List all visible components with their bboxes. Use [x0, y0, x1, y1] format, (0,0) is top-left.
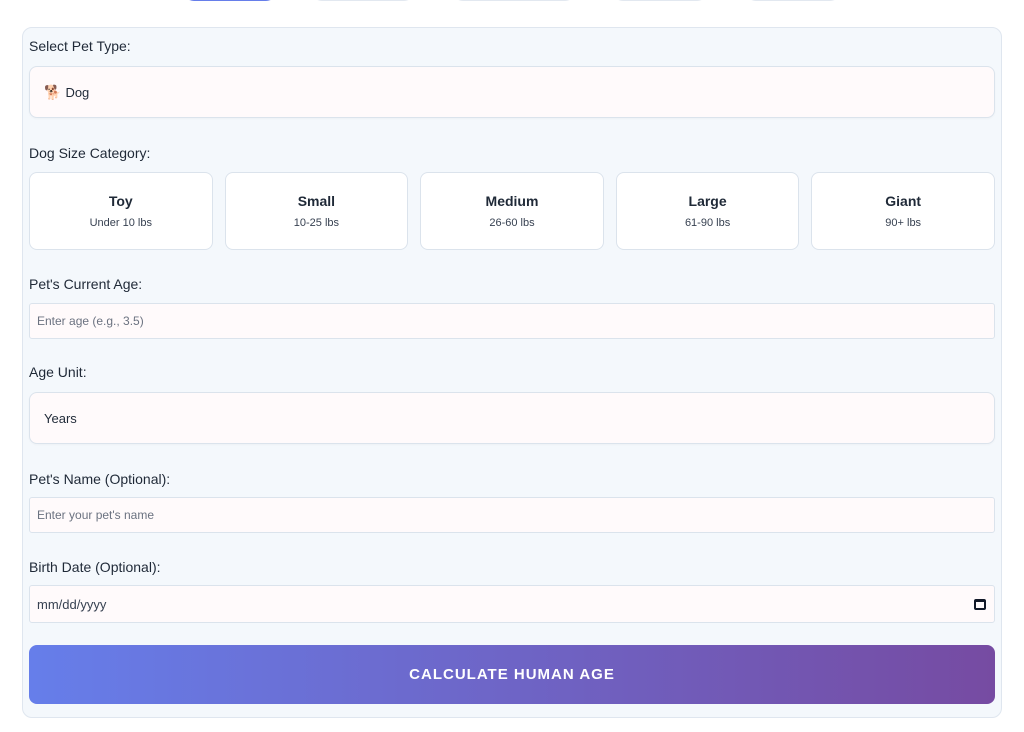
- size-option-range: 61-90 lbs: [684, 217, 731, 229]
- size-option-medium[interactable]: Medium 26-60 lbs: [420, 172, 604, 250]
- age-label: Pet's Current Age:: [29, 276, 143, 292]
- calendar-icon[interactable]: [974, 598, 986, 610]
- size-category-options: Toy Under 10 lbs Small 10-25 lbs Medium …: [29, 172, 995, 250]
- top-tab-strip: [0, 0, 1024, 2]
- birth-date-label: Birth Date (Optional):: [29, 559, 161, 575]
- size-option-name: Small: [297, 193, 336, 209]
- size-category-label: Dog Size Category:: [29, 145, 151, 161]
- birth-date-input[interactable]: mm/dd/yyyy: [29, 585, 995, 623]
- size-option-name: Toy: [108, 193, 133, 209]
- size-option-toy[interactable]: Toy Under 10 lbs: [29, 172, 213, 250]
- pet-type-select[interactable]: 🐕 Dog: [29, 66, 995, 118]
- top-tab[interactable]: [452, 0, 576, 1]
- size-option-name: Giant: [885, 193, 922, 209]
- age-input[interactable]: Enter age (e.g., 3.5): [29, 303, 995, 339]
- size-option-small[interactable]: Small 10-25 lbs: [224, 172, 409, 250]
- top-tab[interactable]: [745, 0, 841, 1]
- size-option-name: Medium: [485, 193, 539, 209]
- pet-name-label: Pet's Name (Optional):: [29, 471, 171, 487]
- top-tab-active[interactable]: [183, 0, 277, 1]
- pet-name-input[interactable]: Enter your pet's name: [29, 497, 995, 533]
- age-unit-label: Age Unit:: [29, 364, 87, 380]
- size-option-large[interactable]: Large 61-90 lbs: [615, 172, 800, 250]
- top-tab[interactable]: [311, 0, 415, 1]
- size-option-range: Under 10 lbs: [89, 217, 152, 229]
- top-tab[interactable]: [612, 0, 708, 1]
- dog-icon: 🐕: [44, 83, 62, 100]
- size-option-range: 10-25 lbs: [293, 217, 340, 229]
- birth-date-placeholder: mm/dd/yyyy: [37, 596, 107, 612]
- size-option-giant[interactable]: Giant 90+ lbs: [811, 172, 995, 250]
- age-unit-select[interactable]: Years: [29, 392, 995, 444]
- pet-type-label: Select Pet Type:: [29, 38, 131, 54]
- size-option-range: 90+ lbs: [885, 217, 922, 229]
- size-option-name: Large: [688, 193, 727, 209]
- size-option-range: 26-60 lbs: [489, 217, 535, 229]
- age-unit-value: Years: [44, 410, 77, 426]
- calculate-human-age-button[interactable]: CALCULATE HUMAN AGE: [29, 645, 995, 704]
- pet-age-form: Select Pet Type: 🐕 Dog Dog Size Category…: [22, 27, 1002, 718]
- pet-type-value: Dog: [65, 84, 90, 100]
